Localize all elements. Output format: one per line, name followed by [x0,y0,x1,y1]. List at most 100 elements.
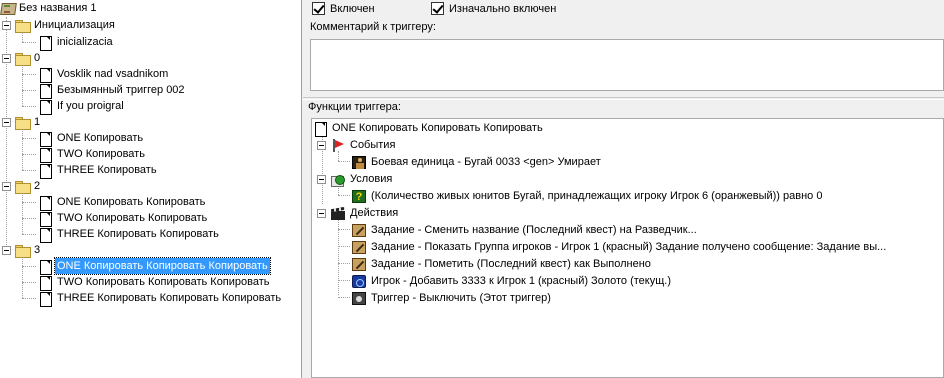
action-text: Задание - Показать Группа игроков - Игро… [371,241,887,253]
trigger-tree-panel[interactable]: Без названия 1 Инициализация inicializac… [0,0,302,378]
actions-node[interactable]: Действия [312,205,942,222]
events-node[interactable]: События [312,137,942,154]
function-tree-root[interactable]: ONE Копировать Копировать Копировать [312,120,942,137]
category-label: Инициализация [34,19,115,31]
trigger-label: ONE Копировать Копировать [57,196,206,208]
quest-icon [352,258,366,271]
tree-category-init[interactable]: Инициализация [0,17,300,33]
initially-on-label: Изначально включен [449,3,557,15]
tree-root-map[interactable]: Без названия 1 [0,0,300,16]
trigger-label: Безымянный триггер 002 [57,84,185,96]
trigger-label: ONE Копировать Копировать Копировать [54,257,271,275]
collapse-icon[interactable] [2,182,11,191]
map-name-label: Без названия 1 [19,2,97,14]
functions-label: Функции триггера: [308,101,401,113]
action-text: Игрок - Добавить 3333 к Игрок 1 (красный… [371,275,671,287]
condition-icon [331,173,345,187]
comment-textarea[interactable] [310,39,944,91]
tree-trigger-item[interactable]: THREE Копировать Копировать [0,226,300,243]
trigger-label: THREE Копировать [57,164,157,176]
conditions-label: Условия [350,173,393,185]
trigger-document-icon [38,68,52,83]
map-icon [0,1,16,15]
trigger-label: inicializacia [57,36,113,48]
trigger-document-icon [38,292,52,307]
collapse-icon[interactable] [317,175,326,184]
initially-on-checkbox[interactable] [431,2,444,15]
trigger-label: ONE Копировать [57,132,144,144]
collapse-icon[interactable] [317,209,326,218]
category-label: 1 [34,116,41,128]
trigger-document-icon [313,122,327,137]
trigger-document-icon [38,148,52,163]
event-item[interactable]: Боевая единица - Бугай 0033 <gen> Умирае… [312,154,942,171]
tree-trigger-item-selected[interactable]: ONE Копировать Копировать Копировать [0,257,300,275]
trigger-label: THREE Копировать Копировать [57,228,219,240]
quest-icon [352,224,366,237]
clapperboard-icon [331,207,345,220]
enabled-checkbox[interactable] [312,2,325,15]
trigger-document-icon [38,100,52,115]
quest-icon [352,241,366,254]
trigger-label: TWO Копировать Копировать Копировать [57,276,270,288]
trigger-document-icon [38,196,52,211]
trigger-gear-icon [352,292,366,305]
question-icon: ? [352,190,366,203]
tree-category-1[interactable]: 1 [0,114,300,130]
enabled-label: Включен [330,3,375,15]
collapse-icon[interactable] [2,54,11,63]
trigger-document-icon [38,164,52,179]
condition-text: (Количество живых юнитов Бугай, принадле… [371,190,823,202]
trigger-document-icon [38,228,52,243]
tree-trigger-item[interactable]: ONE Копировать [0,130,300,147]
category-label: 3 [34,244,41,256]
tree-trigger-item[interactable]: Безымянный триггер 002 [0,82,300,99]
action-text: Задание - Пометить (Последний квест) как… [371,258,651,270]
trigger-label: Vosklik nad vsadnikom [57,68,169,80]
tree-trigger-item[interactable]: If you proigral [0,98,300,115]
trigger-label: THREE Копировать Копировать Копировать [57,292,282,304]
category-label: 2 [34,180,41,192]
folder-open-icon [15,116,31,130]
collapse-icon[interactable] [2,246,11,255]
trigger-label: TWO Копировать Копировать [57,212,208,224]
tree-trigger-item[interactable]: Vosklik nad vsadnikom [0,66,300,83]
action-item[interactable]: Задание - Показать Группа игроков - Игро… [312,239,942,256]
tree-category-2[interactable]: 2 [0,178,300,194]
trigger-functions-tree[interactable]: ONE Копировать Копировать Копировать Соб… [311,118,944,378]
folder-open-icon [15,52,31,66]
collapse-icon[interactable] [2,118,11,127]
folder-open-icon [15,244,31,258]
trigger-label: If you proigral [57,100,124,112]
tree-category-0[interactable]: 0 [0,50,300,66]
folder-open-icon [15,19,31,33]
collapse-icon[interactable] [2,21,11,30]
tree-trigger-item[interactable]: TWO Копировать [0,146,300,163]
events-label: События [350,139,396,151]
tree-trigger-item[interactable]: inicializacia [0,34,300,51]
tree-trigger-item[interactable]: ONE Копировать Копировать [0,194,300,211]
event-text: Боевая единица - Бугай 0033 <gen> Умирае… [371,156,601,168]
folder-open-icon [15,180,31,194]
trigger-document-icon [38,132,52,147]
unit-icon [352,156,366,169]
trigger-document-icon [38,36,52,51]
tree-trigger-item[interactable]: TWO Копировать Копировать [0,210,300,227]
trigger-name: ONE Копировать Копировать Копировать [332,122,543,134]
tree-trigger-item[interactable]: THREE Копировать Копировать Копировать [0,290,300,307]
action-item[interactable]: Задание - Сменить название (Последний кв… [312,222,942,239]
comment-label: Комментарий к триггеру: [310,21,436,33]
condition-item[interactable]: ? (Количество живых юнитов Бугай, принад… [312,188,942,205]
tree-trigger-item[interactable]: TWO Копировать Копировать Копировать [0,274,300,291]
conditions-node[interactable]: Условия [312,171,942,188]
action-item[interactable]: Игрок - Добавить 3333 к Игрок 1 (красный… [312,273,942,290]
action-text: Задание - Сменить название (Последний кв… [371,224,697,236]
action-item[interactable]: Триггер - Выключить (Этот триггер) [312,290,942,307]
actions-label: Действия [350,207,399,219]
action-item[interactable]: Задание - Пометить (Последний квест) как… [312,256,942,273]
tree-trigger-item[interactable]: THREE Копировать [0,162,300,179]
collapse-icon[interactable] [317,141,326,150]
tree-category-3[interactable]: 3 [0,242,300,258]
pane-splitter[interactable] [303,97,944,100]
player-icon [352,275,366,288]
